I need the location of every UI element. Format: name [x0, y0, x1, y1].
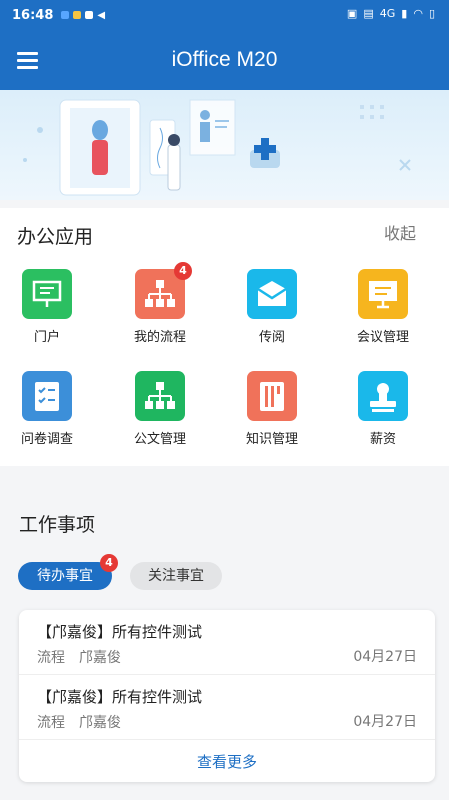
workflow-badge: 4 — [174, 262, 192, 280]
app-label: 我的流程 — [133, 330, 186, 345]
notification-icons: ◀ — [61, 10, 105, 21]
tab-followed[interactable]: 关注事宜 — [130, 562, 222, 590]
tab-label: 关注事宜 — [148, 568, 204, 584]
battery-icon: ▯ — [428, 7, 435, 20]
network-label: 4G — [379, 7, 396, 20]
item-meta: 流程 邝嘉俊 — [37, 650, 121, 666]
signal-icon: ▮ — [401, 7, 408, 20]
office-apps-title: 办公应用 — [17, 226, 94, 248]
item-meta: 流程 邝嘉俊 — [37, 715, 121, 731]
meeting-board-icon — [358, 269, 408, 319]
app-label: 问卷调查 — [20, 432, 73, 447]
app-meeting[interactable]: 会议管理 — [343, 269, 423, 345]
app-label: 传阅 — [258, 330, 285, 345]
work-section-title: 工作事项 — [19, 514, 96, 536]
status-time: 16:48 — [12, 7, 54, 23]
item-title: 【邝嘉俊】所有控件测试 — [37, 623, 203, 641]
app-label: 公文管理 — [133, 432, 186, 447]
checklist-icon — [22, 371, 72, 421]
app-document-mgmt[interactable]: 公文管理 — [120, 371, 200, 447]
item-title: 【邝嘉俊】所有控件测试 — [37, 688, 203, 706]
item-date: 04月27日 — [353, 714, 417, 730]
list-item[interactable]: 【邝嘉俊】所有控件测试 流程 邝嘉俊 04月27日 — [19, 675, 435, 740]
app-label: 知识管理 — [245, 432, 298, 447]
vibrate-icon: ▣ — [346, 7, 358, 20]
note-notification-icon — [73, 11, 82, 19]
presentation-board-icon — [22, 269, 72, 319]
tab-todo[interactable]: 待办事宜 4 — [18, 554, 118, 590]
send-notification-icon: ◀ — [97, 9, 106, 21]
app-title: iOffice M20 — [171, 48, 278, 71]
app-portal[interactable]: 门户 — [7, 269, 87, 345]
app-circulate[interactable]: 传阅 — [232, 269, 312, 345]
menu-icon[interactable] — [17, 52, 38, 69]
app-bar: iOffice M20 — [0, 30, 449, 90]
item-date: 04月27日 — [353, 649, 417, 665]
list-item[interactable]: 【邝嘉俊】所有控件测试 流程 邝嘉俊 04月27日 — [19, 610, 435, 675]
status-bar: 16:48 ◀ ▣ ▤ 4G ▮ ◠ ▯ — [0, 0, 449, 30]
app-my-workflow[interactable]: 4 我的流程 — [120, 262, 200, 345]
org-flow-icon: 4 — [135, 262, 192, 319]
system-status-icons: ▣ ▤ 4G ▮ ◠ ▯ — [347, 7, 435, 20]
app-notification-icon — [61, 11, 70, 19]
chat-notification-icon — [85, 11, 94, 19]
hierarchy-icon — [135, 371, 185, 421]
app-label: 薪资 — [369, 432, 396, 447]
todo-badge: 4 — [100, 554, 118, 572]
app-survey[interactable]: 问卷调查 — [7, 371, 87, 447]
book-icon — [247, 371, 297, 421]
tab-label: 待办事宜 — [37, 568, 93, 584]
medical-banner — [0, 90, 449, 200]
view-more-button[interactable]: 查看更多 — [19, 740, 435, 782]
collapse-button[interactable]: 收起 — [384, 220, 416, 244]
envelope-icon — [247, 269, 297, 319]
stamp-icon — [358, 371, 408, 421]
wifi-icon: ◠ — [413, 7, 423, 20]
banner-illustration — [23, 99, 411, 196]
app-label: 会议管理 — [356, 330, 409, 345]
app-label: 门户 — [33, 330, 60, 345]
app-salary[interactable]: 薪资 — [343, 371, 423, 447]
app-knowledge-mgmt[interactable]: 知识管理 — [232, 371, 312, 447]
hd-icon: ▤ — [363, 7, 374, 20]
office-apps-card: 办公应用 收起 门户 4 我的流程 传阅 会议管理 问卷调查 公文管理 知识管理… — [0, 208, 449, 466]
work-item-list: 【邝嘉俊】所有控件测试 流程 邝嘉俊 04月27日 【邝嘉俊】所有控件测试 流程… — [19, 610, 435, 782]
